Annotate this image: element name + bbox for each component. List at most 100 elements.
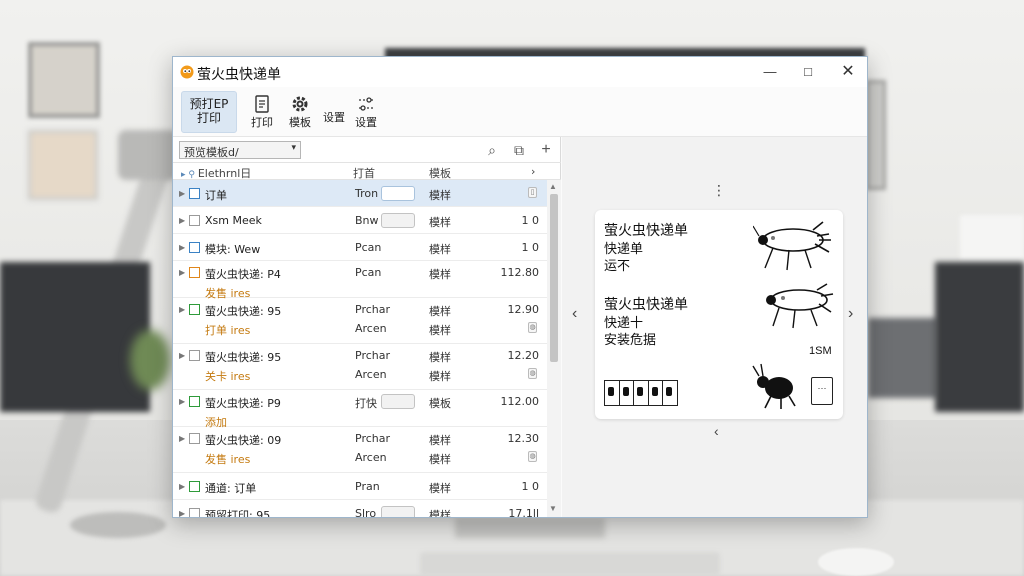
minimize-button[interactable]: — — [755, 61, 785, 83]
expand-arrow-icon[interactable]: ▶ — [179, 351, 185, 360]
table-row[interactable]: ▶ 预留打印: 95 Slro 模样 17.1ll — [173, 500, 547, 517]
window-title: 萤火虫快递单 — [197, 67, 281, 83]
expand-arrow-icon[interactable]: ▶ — [179, 189, 185, 198]
row-print-value: 打快 — [355, 397, 377, 410]
row-print-toggle[interactable] — [381, 213, 415, 228]
order-rows: ▶ 订单 Tron 模样 ▯ ▶ Xsm Meek Bnw 模样 1 0 ▶ 模块: Wew Pcan 模… — [173, 180, 547, 517]
column-header-template[interactable]: 模板 — [429, 165, 451, 181]
row-amount: 12.20 — [507, 349, 540, 362]
row-checkbox[interactable] — [189, 396, 200, 407]
collapse-button[interactable]: ‹ — [714, 423, 719, 439]
row-amount: 112.80 — [500, 266, 540, 279]
settings-sliders-icon — [359, 97, 373, 111]
scroll-thumb[interactable] — [550, 194, 558, 362]
row-checkbox[interactable] — [189, 350, 200, 361]
row-name: 萤火虫快递: 95 — [205, 351, 282, 364]
table-row[interactable]: ▶ 萤火虫快递: 95 关卡 ires Prchar Arcen 模样 模样 12.20 ◍ — [173, 344, 547, 390]
row-checkbox[interactable] — [189, 242, 200, 253]
row-print-toggle[interactable] — [381, 506, 415, 517]
row-name: 萤火虫快递: P4 — [205, 268, 281, 281]
row-checkbox[interactable] — [189, 481, 200, 492]
gear-icon — [292, 96, 308, 112]
row-subtitle: 发售 ires — [205, 453, 251, 466]
grid-icon[interactable]: ⧉ — [510, 141, 528, 159]
table-row[interactable]: ▶ 通道: 订单 Pran 模样 1 0 — [173, 473, 547, 500]
expand-arrow-icon[interactable]: ▶ — [179, 509, 185, 517]
firefly-illustration-2 — [766, 283, 834, 329]
column-header-name[interactable]: ▸ ⚲ Elethrnl日 — [181, 165, 251, 181]
template-filter-select[interactable]: 预览模板d/ ▾ — [179, 141, 301, 159]
settings-label-b: 设置 — [355, 116, 377, 129]
beetle-illustration — [752, 363, 796, 409]
expand-arrow-icon[interactable]: ▶ — [179, 482, 185, 491]
expand-arrow-icon[interactable]: ▶ — [179, 243, 185, 252]
table-row[interactable]: ▶ 模块: Wew Pcan 模样 1 0 — [173, 234, 547, 261]
row-print-value: Bnw — [355, 214, 379, 227]
more-options-icon[interactable]: ⋮ — [712, 183, 726, 197]
table-row[interactable]: ▶ 萤火虫快递: 95 打单 ires Prchar Arcen 模样 模样 12.90 ◍ — [173, 298, 547, 344]
row-subtitle: 打单 ires — [205, 324, 251, 337]
preview-print-button[interactable]: 预打EP 打印 — [181, 91, 237, 133]
close-button[interactable]: ✕ — [833, 61, 863, 83]
maximize-button[interactable]: □ — [793, 61, 823, 83]
row-status-icon[interactable]: ◍ — [528, 451, 537, 462]
row-status-icon[interactable]: ◍ — [528, 322, 537, 333]
row-name: 通道: 订单 — [205, 482, 257, 495]
row-amount: 1 0 — [521, 480, 540, 493]
label-document-icon: ··· — [811, 377, 833, 405]
row-print-toggle[interactable] — [381, 394, 415, 409]
row-print-toggle[interactable] — [381, 186, 415, 201]
row-subtitle: 关卡 ires — [205, 370, 251, 383]
table-row[interactable]: ▶ 萤火虫快递: P4 发售 ires Pcan 模样 112.80 — [173, 261, 547, 300]
print-button[interactable]: 打印 — [245, 91, 279, 133]
row-template-2: 模样 — [429, 370, 451, 383]
scroll-down-icon[interactable]: ▼ — [549, 504, 557, 513]
row-name: 萤火虫快递: 95 — [205, 305, 282, 318]
expand-arrow-icon[interactable]: ▶ — [179, 434, 185, 443]
template-filter-value: 预览模板d/ — [184, 146, 239, 159]
expand-arrow-icon[interactable]: ▶ — [179, 268, 185, 277]
row-template: 模样 — [429, 482, 451, 495]
template-button[interactable]: 模板 — [285, 91, 315, 133]
row-status-icon[interactable]: ▯ — [528, 187, 537, 198]
row-template: 模样 — [429, 216, 451, 229]
table-row[interactable]: ▶ 萤火虫快递: 09 发售 ires Prchar Arcen 模样 模样 12.30 ◍ — [173, 427, 547, 473]
preview-pane: ⋮ ‹ › ‹ 萤火虫快递单 快递单 运不 萤火虫快递单 快递十 安装危据 1S… — [562, 137, 867, 517]
document-icon — [255, 95, 269, 113]
search-icon[interactable]: ⌕ — [483, 141, 501, 159]
preview-line-2c: 安装危据 — [604, 333, 657, 348]
row-print-value: Pcan — [355, 241, 382, 254]
column-header-more[interactable]: › — [531, 165, 535, 178]
row-checkbox[interactable] — [189, 215, 200, 226]
expand-arrow-icon[interactable]: ▶ — [179, 216, 185, 225]
row-checkbox[interactable] — [189, 267, 200, 278]
row-checkbox[interactable] — [189, 304, 200, 315]
prev-page-button[interactable]: ‹ — [572, 305, 577, 323]
row-checkbox[interactable] — [189, 508, 200, 517]
column-header-print[interactable]: 打首 — [353, 165, 375, 181]
expand-arrow-icon[interactable]: ▶ — [179, 305, 185, 314]
preview-print-label-top: 预打EP — [189, 97, 229, 111]
table-row[interactable]: ▶ Xsm Meek Bnw 模样 1 0 — [173, 207, 547, 234]
list-scrollbar[interactable]: ▲ ▼ — [547, 180, 561, 517]
scroll-up-icon[interactable]: ▲ — [549, 182, 557, 191]
row-status-icon[interactable]: ◍ — [528, 368, 537, 379]
table-row[interactable]: ▶ 萤火虫快递: P9 添加 打快 模板 112.00 — [173, 390, 547, 429]
expand-arrow-icon[interactable]: ▶ — [179, 397, 185, 406]
table-row[interactable]: ▶ 订单 Tron 模样 ▯ — [173, 180, 547, 207]
row-template: 模样 — [429, 305, 451, 318]
row-name: 萤火虫快递: P9 — [205, 397, 281, 410]
row-checkbox[interactable] — [189, 188, 200, 199]
row-print-value-2: Arcen — [355, 322, 387, 335]
toolbar: 预打EP 打印 打印 模板 设置 设置 — [173, 87, 867, 137]
settings-button-a[interactable]: 设置 — [319, 91, 349, 133]
settings-button-b[interactable]: 设置 — [351, 91, 381, 133]
chevron-down-icon: ▾ — [291, 143, 296, 153]
row-checkbox[interactable] — [189, 433, 200, 444]
add-icon[interactable]: + — [537, 141, 555, 159]
preview-title-1: 萤火虫快递单 — [604, 223, 688, 239]
order-list-pane: 预览模板d/ ▾ ⌕ ⧉ + ▸ ⚲ Elethrnl日 打首 模板 › ▶ 订单… — [173, 137, 561, 517]
row-name: Xsm Meek — [205, 214, 262, 227]
settings-label-a: 设置 — [323, 111, 345, 124]
next-page-button[interactable]: › — [848, 305, 853, 323]
